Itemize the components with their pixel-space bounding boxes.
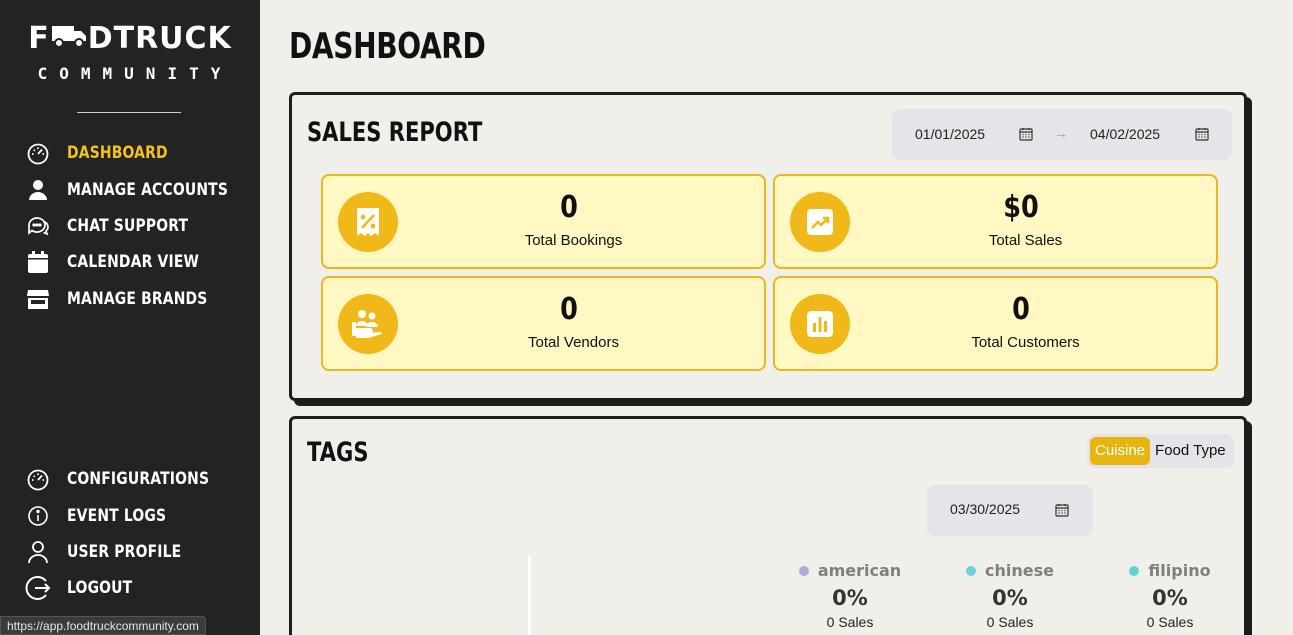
food-truck-icon	[51, 22, 87, 56]
logo-divider	[77, 112, 181, 113]
speedometer-icon	[24, 139, 52, 167]
nav-item-calendar-view[interactable]: CALENDAR VIEW	[24, 248, 228, 276]
nav-item-manage-brands[interactable]: MANAGE BRANDS	[24, 285, 238, 313]
nav-item-configurations[interactable]: CONFIGURATIONS	[24, 465, 240, 493]
nav-item-user-profile[interactable]: USER PROFILE	[24, 538, 206, 566]
legend-dot	[966, 565, 976, 576]
legend-dot	[1129, 565, 1140, 576]
page-title: DASHBOARD	[289, 26, 486, 67]
sales-report-card: SALES REPORT 01/01/2025 → 04/02/2025 0 T…	[289, 92, 1247, 401]
tags-category-toggle[interactable]: Cuisine Food Type	[1087, 434, 1234, 468]
tags-date-picker[interactable]: 03/30/2025	[927, 485, 1093, 536]
info-icon	[24, 502, 52, 530]
brand-logo[interactable]: F DTRUCK COMMUNITY	[0, 22, 260, 84]
legend-dot	[798, 565, 809, 576]
tag-item-american: american 0% 0 Sales	[780, 561, 920, 630]
stat-total-customers: 0 Total Customers	[773, 276, 1218, 371]
sales-date-range-picker[interactable]: 01/01/2025 → 04/02/2025	[892, 109, 1232, 160]
storefront-icon	[24, 285, 52, 313]
chart-divider	[528, 555, 531, 635]
nav-item-manage-accounts[interactable]: MANAGE ACCOUNTS	[24, 176, 263, 204]
nav-item-chat-support[interactable]: CHAT SUPPORT	[24, 212, 215, 240]
tags-date-input[interactable]: 03/30/2025	[950, 501, 1020, 517]
calendar-icon[interactable]	[1055, 503, 1069, 517]
calendar-icon[interactable]	[1195, 127, 1209, 141]
status-bar-url: https://app.foodtruckcommunity.com	[0, 616, 206, 635]
stat-total-sales: $0 Total Sales	[773, 174, 1218, 269]
sidebar: F DTRUCK COMMUNITY DASHBOARD MANAGE ACCO…	[0, 0, 260, 635]
stat-total-vendors: 0 Total Vendors	[321, 276, 766, 371]
nav-item-dashboard[interactable]: DASHBOARD	[24, 139, 190, 167]
user-outline-icon	[24, 538, 52, 566]
range-arrow-icon: →	[1054, 125, 1068, 141]
end-date-input[interactable]: 04/02/2025	[1090, 126, 1160, 142]
calendar-icon[interactable]	[1019, 127, 1033, 141]
nav-item-logout[interactable]: LOGOUT	[24, 574, 147, 602]
calendar-icon	[24, 248, 52, 276]
tag-item-filipino: filipino 0% 0 Sales	[1100, 561, 1240, 630]
tag-item-chinese: chinese 0% 0 Sales	[940, 561, 1080, 630]
user-icon	[24, 176, 52, 204]
chat-bubbles-icon	[24, 212, 52, 240]
sales-report-title: SALES REPORT	[307, 117, 483, 148]
toggle-cuisine[interactable]: Cuisine	[1090, 437, 1151, 465]
logout-icon	[24, 574, 52, 602]
nav-item-event-logs[interactable]: EVENT LOGS	[24, 502, 188, 530]
toggle-food-type[interactable]: Food Type	[1150, 437, 1231, 465]
tags-title: TAGS	[307, 437, 369, 468]
start-date-input[interactable]: 01/01/2025	[915, 126, 985, 142]
speedometer-icon	[24, 465, 52, 493]
stat-total-bookings: 0 Total Bookings	[321, 174, 766, 269]
